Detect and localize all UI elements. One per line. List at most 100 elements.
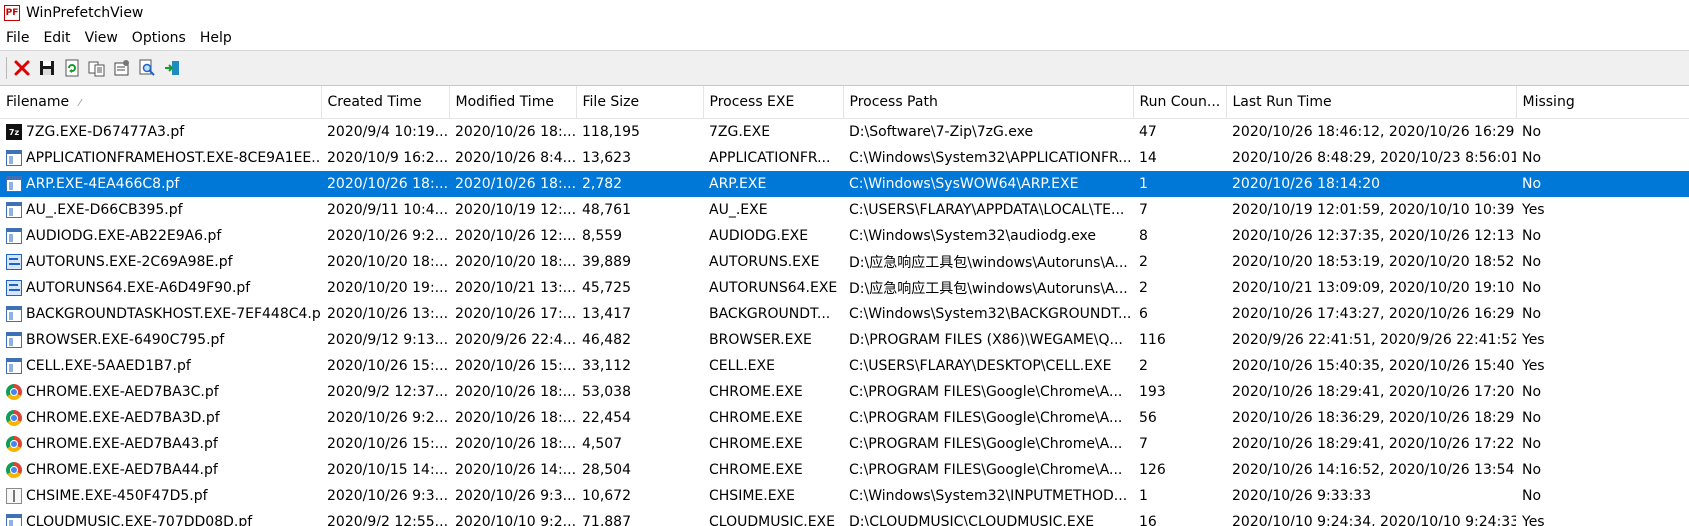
- cell-last-run-time: 2020/10/26 9:33:33: [1232, 488, 1372, 504]
- cell-modified-time: 2020/10/26 9:3...: [455, 488, 576, 504]
- menu-bar: File Edit View Options Help: [0, 26, 1689, 50]
- table-row[interactable]: AU_.EXE-D66CB395.pf 2020/9/11 10:4... 2020…: [0, 197, 1689, 223]
- table-row[interactable]: AUTORUNS.EXE-2C69A98E.pf 2020/10/20 18:..…: [0, 249, 1689, 275]
- table-row[interactable]: CHROME.EXE-AED7BA44.pf 2020/10/15 14:... 2…: [0, 457, 1689, 483]
- cell-last-run-time: 2020/10/26 18:36:29, 2020/10/26 18:29:..…: [1232, 410, 1516, 426]
- table-row[interactable]: AUTORUNS64.EXE-A6D49F90.pf 2020/10/20 19:…: [0, 275, 1689, 301]
- toolbar-separator: [6, 57, 7, 79]
- column-header-last-run-time[interactable]: Last Run Time: [1226, 86, 1517, 119]
- cell-process-path: D:\应急响应工具包\windows\Autoruns\A...: [849, 281, 1128, 297]
- cell-filename: CHROME.EXE-AED7BA44.pf: [0, 457, 321, 483]
- menu-edit[interactable]: Edit: [37, 30, 78, 46]
- filename-text: APPLICATIONFRAMEHOST.EXE-8CE9A1EE....: [26, 150, 321, 166]
- menu-options[interactable]: Options: [126, 30, 194, 46]
- table-row[interactable]: APPLICATIONFRAMEHOST.EXE-8CE9A1EE.... 202…: [0, 145, 1689, 171]
- file-window-icon: [6, 358, 22, 374]
- cell-process-exe: 7ZG.EXE: [709, 124, 771, 140]
- file-autoruns-icon: [6, 254, 22, 270]
- properties-button[interactable]: [111, 57, 133, 79]
- toolbar: [0, 50, 1689, 86]
- table-row[interactable]: 7z 7ZG.EXE-D67477A3.pf 2020/9/4 10:19... 20…: [0, 119, 1689, 146]
- cell-missing: Yes: [1522, 514, 1545, 526]
- cell-modified-time: 2020/10/21 13:...: [455, 280, 576, 296]
- menu-file[interactable]: File: [0, 30, 37, 46]
- table-row[interactable]: CHROME.EXE-AED7BA3D.pf 2020/10/26 9:2... 2…: [0, 405, 1689, 431]
- cell-modified-time: 2020/9/26 22:4...: [455, 332, 576, 348]
- filename-text: CHROME.EXE-AED7BA43.pf: [26, 436, 218, 452]
- cell-process-exe: CELL.EXE: [709, 358, 775, 374]
- cell-run-count: 2: [1139, 358, 1148, 374]
- cell-process-path: C:\PROGRAM FILES\Google\Chrome\A...: [849, 410, 1123, 426]
- menu-view[interactable]: View: [79, 30, 126, 46]
- file-window-icon: [6, 176, 22, 192]
- cell-process-exe: AUTORUNS.EXE: [709, 254, 820, 270]
- table-row[interactable]: AUDIODG.EXE-AB22E9A6.pf 2020/10/26 9:2...…: [0, 223, 1689, 249]
- menu-help[interactable]: Help: [194, 30, 240, 46]
- cell-filename: CHROME.EXE-AED7BA43.pf: [0, 431, 321, 457]
- cell-process-path: D:\CLOUDMUSIC\CLOUDMUSIC.EXE: [849, 514, 1095, 526]
- cell-last-run-time: 2020/10/10 9:24:34, 2020/10/10 9:24:33..…: [1232, 514, 1516, 526]
- exit-button[interactable]: [161, 57, 183, 79]
- cell-run-count: 7: [1139, 202, 1148, 218]
- cell-modified-time: 2020/10/26 12:...: [455, 228, 576, 244]
- column-header-process-exe[interactable]: Process EXE: [703, 86, 844, 119]
- cell-created-time: 2020/9/11 10:4...: [327, 202, 449, 218]
- cell-filename: CHROME.EXE-AED7BA3C.pf: [0, 379, 321, 405]
- cell-last-run-time: 2020/10/26 18:29:41, 2020/10/26 17:20:..…: [1232, 384, 1516, 400]
- table-row[interactable]: CHROME.EXE-AED7BA43.pf 2020/10/26 15:... 2…: [0, 431, 1689, 457]
- cell-run-count: 2: [1139, 254, 1148, 270]
- cell-file-size: 118,195: [582, 124, 640, 140]
- save-button[interactable]: [36, 57, 58, 79]
- filename-text: CLOUDMUSIC.EXE-707DD08D.pf: [26, 514, 253, 526]
- filename-text: AUTORUNS.EXE-2C69A98E.pf: [26, 254, 233, 270]
- file-ime-icon: [6, 488, 22, 504]
- cell-process-exe: CHROME.EXE: [709, 436, 803, 452]
- cell-modified-time: 2020/10/26 18:...: [455, 436, 576, 452]
- cell-filename: AU_.EXE-D66CB395.pf: [0, 197, 321, 223]
- cell-process-path: C:\Windows\SysWOW64\ARP.EXE: [843, 171, 1133, 197]
- table-row[interactable]: ARP.EXE-4EA466C8.pf 2020/10/26 18:... 2020…: [0, 171, 1689, 197]
- cell-run-count: 14: [1139, 150, 1157, 166]
- copy-button[interactable]: [86, 57, 108, 79]
- column-header-created-time[interactable]: Created Time: [321, 86, 450, 119]
- cell-missing: No: [1522, 462, 1542, 478]
- file-window-icon: [6, 202, 22, 218]
- filename-text: CHSIME.EXE-450F47D5.pf: [26, 488, 208, 504]
- column-header-process-path[interactable]: Process Path: [843, 86, 1134, 119]
- find-button[interactable]: [136, 57, 158, 79]
- table-row[interactable]: CLOUDMUSIC.EXE-707DD08D.pf 2020/9/2 12:55…: [0, 509, 1689, 526]
- filename-text: CHROME.EXE-AED7BA3C.pf: [26, 384, 219, 400]
- column-header-modified-time[interactable]: Modified Time: [449, 86, 577, 119]
- cell-run-count: 126: [1139, 462, 1166, 478]
- cell-missing: Yes: [1522, 332, 1545, 348]
- refresh-icon: [65, 59, 79, 77]
- cell-process-exe: CHROME.EXE: [709, 384, 803, 400]
- cell-file-size: 46,482: [582, 332, 631, 348]
- column-header-file-size[interactable]: File Size: [576, 86, 704, 119]
- delete-button[interactable]: [11, 57, 33, 79]
- column-header-missing[interactable]: Missing: [1516, 86, 1689, 119]
- cell-last-run-time: 2020/10/20 18:53:19, 2020/10/20 18:52:..…: [1232, 254, 1516, 270]
- table-row[interactable]: CHROME.EXE-AED7BA3C.pf 2020/9/2 12:37... 2…: [0, 379, 1689, 405]
- cell-file-size: 13,417: [582, 306, 631, 322]
- cell-file-size: 53,038: [582, 384, 631, 400]
- table-row[interactable]: BROWSER.EXE-6490C795.pf 2020/9/12 9:13...…: [0, 327, 1689, 353]
- cell-process-path: C:\PROGRAM FILES\Google\Chrome\A...: [849, 436, 1123, 452]
- cell-last-run-time: 2020/10/26 15:40:35, 2020/10/26 15:40:..…: [1232, 358, 1516, 374]
- column-header-run-count[interactable]: Run Coun...: [1133, 86, 1227, 119]
- prefetch-table-container: Filename ⁄ Created Time Modified Time Fil…: [0, 86, 1689, 526]
- table-row[interactable]: BACKGROUNDTASKHOST.EXE-7EF448C4.pf 2020/1…: [0, 301, 1689, 327]
- filename-text: ARP.EXE-4EA466C8.pf: [26, 176, 180, 192]
- filename-text: AUDIODG.EXE-AB22E9A6.pf: [26, 228, 222, 244]
- table-row[interactable]: CHSIME.EXE-450F47D5.pf 2020/10/26 9:3... 2…: [0, 483, 1689, 509]
- cell-filename: 7z 7ZG.EXE-D67477A3.pf: [0, 119, 321, 146]
- refresh-button[interactable]: [61, 57, 83, 79]
- cell-process-path: C:\Windows\System32\APPLICATIONFR...: [849, 150, 1132, 166]
- column-header-filename[interactable]: Filename ⁄: [0, 86, 322, 119]
- file-chrome-icon: [6, 436, 22, 452]
- table-row[interactable]: CELL.EXE-5AAED1B7.pf 2020/10/26 15:... 202…: [0, 353, 1689, 379]
- cell-last-run-time: 2020/10/26 12:37:35, 2020/10/26 12:13:..…: [1232, 228, 1516, 244]
- cell-file-size: 33,112: [582, 358, 631, 374]
- cell-process-exe: CHSIME.EXE: [709, 488, 795, 504]
- cell-created-time: 2020/10/9 16:2...: [327, 150, 449, 166]
